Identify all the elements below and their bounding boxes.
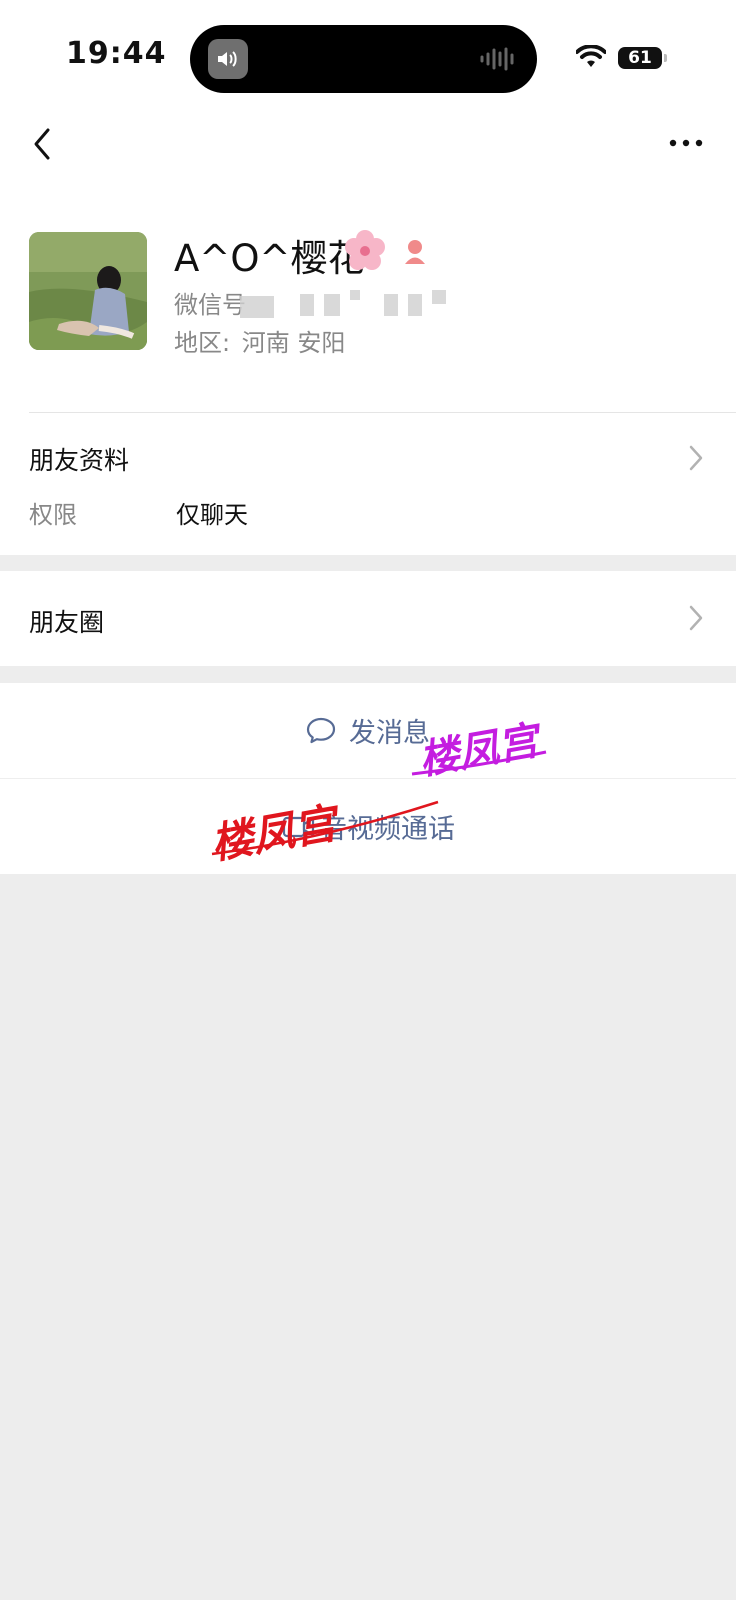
send-message-content: 发消息 xyxy=(305,683,430,778)
chat-bubble-icon xyxy=(306,717,336,743)
battery-indicator: 61 xyxy=(618,47,662,69)
female-icon xyxy=(405,240,425,264)
region-row: 地区: 河南 安阳 xyxy=(174,323,345,358)
wechat-id-redacted xyxy=(240,290,460,320)
cherry-blossom-icon xyxy=(345,230,385,270)
send-message-button[interactable]: 发消息 xyxy=(0,683,736,778)
video-call-icon xyxy=(282,816,315,837)
contact-name: A^O^樱花 xyxy=(174,237,365,280)
dynamic-island xyxy=(190,25,537,93)
permission-label: 权限 xyxy=(29,501,77,529)
moments-row[interactable]: 朋友圈 xyxy=(0,571,736,666)
chevron-left-icon[interactable] xyxy=(28,124,58,164)
permission-value: 仅聊天 xyxy=(176,501,248,529)
contact-profile-screen: 19:44 61 A^O^樱花 微信号 地区: 河南 安阳 朋友资料 权限 仅聊… xyxy=(0,0,736,1600)
chevron-right-icon[interactable] xyxy=(688,444,704,472)
av-call-button[interactable]: 音视频通话 xyxy=(0,779,736,874)
audio-wave-icon xyxy=(480,47,514,71)
more-dots-icon[interactable] xyxy=(668,138,704,148)
status-time: 19:44 xyxy=(66,36,167,71)
av-call-content: 音视频通话 xyxy=(282,779,455,874)
av-call-label: 音视频通话 xyxy=(320,814,455,845)
divider xyxy=(29,412,736,413)
chevron-right-icon xyxy=(689,605,703,631)
region-label: 地区: xyxy=(174,329,231,357)
speaker-icon xyxy=(208,39,248,79)
friend-info-title[interactable]: 朋友资料 xyxy=(29,441,129,477)
send-message-label: 发消息 xyxy=(349,718,430,749)
avatar[interactable] xyxy=(29,232,147,350)
battery-tip xyxy=(664,54,667,62)
moments-title: 朋友圈 xyxy=(29,608,105,637)
region-value: 河南 安阳 xyxy=(241,329,346,357)
wifi-icon xyxy=(576,45,606,67)
wechat-id-label: 微信号 xyxy=(174,291,246,319)
